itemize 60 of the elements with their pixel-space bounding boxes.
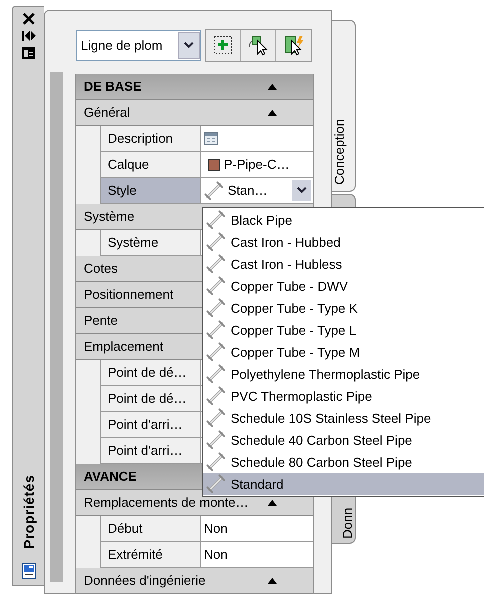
style-option[interactable]: Schedule 10S Stainless Steel Pipe: [203, 407, 484, 429]
pipe-icon: [206, 474, 226, 494]
section-header[interactable]: DE BASE: [76, 74, 313, 100]
pipe-icon: [206, 342, 226, 362]
properties-icon[interactable]: [22, 563, 36, 579]
property-label[interactable]: Point d'arri…: [100, 438, 200, 464]
dropdown-button[interactable]: [292, 180, 311, 201]
scrollbar[interactable]: [50, 72, 63, 582]
style-option[interactable]: Polyethylene Thermoplastic Pipe: [203, 363, 484, 385]
quick-select-button[interactable]: [276, 30, 311, 61]
pipe-icon: [206, 254, 226, 274]
pipe-icon: [206, 276, 226, 296]
property-value-field[interactable]: Non: [200, 542, 313, 568]
property-label[interactable]: Point de dé…: [100, 386, 200, 412]
pipe-icon: [206, 430, 226, 450]
pipe-icon: [206, 452, 226, 472]
style-option[interactable]: Cast Iron - Hubbed: [203, 231, 484, 253]
property-label[interactable]: Description: [100, 126, 200, 152]
pipe-icon: [204, 180, 224, 200]
panel-icon[interactable]: [22, 47, 35, 59]
chevron-down-icon: [296, 187, 306, 194]
palette-tab[interactable]: Conception: [332, 20, 356, 192]
select-objects-button[interactable]: [241, 30, 276, 61]
quick-select-icon: [284, 35, 304, 56]
pipe-icon: [206, 320, 226, 340]
pipe-icon: [206, 386, 226, 406]
auto-hide-icon[interactable]: [22, 31, 36, 41]
property-label[interactable]: Point d'arri…: [100, 412, 200, 438]
add-selection-button[interactable]: [206, 30, 241, 61]
property-value-field[interactable]: Non: [200, 516, 313, 542]
style-option[interactable]: Standard: [203, 473, 484, 495]
category-row[interactable]: Données d'ingénierie: [76, 568, 313, 594]
pipe-icon: [206, 232, 226, 252]
palette-title: Propriétés: [20, 474, 36, 549]
pipe-icon: [206, 408, 226, 428]
collapse-triangle-icon[interactable]: [268, 84, 277, 90]
property-label[interactable]: Style: [100, 178, 200, 204]
select-objects-icon: [248, 35, 268, 56]
collapse-triangle-icon[interactable]: [268, 110, 277, 116]
pipe-icon: [206, 298, 226, 318]
chevron-down-icon: [184, 42, 194, 49]
collapse-triangle-icon[interactable]: [268, 578, 277, 584]
pipe-icon: [206, 364, 226, 384]
property-label[interactable]: Début: [100, 516, 200, 542]
property-label[interactable]: Extrémité: [100, 542, 200, 568]
collapse-triangle-icon[interactable]: [268, 500, 277, 506]
property-value-field[interactable]: [200, 126, 313, 152]
pipe-icon: [206, 210, 226, 230]
property-label[interactable]: Système: [100, 230, 200, 256]
property-value-field[interactable]: Stan…: [200, 178, 313, 204]
property-label[interactable]: Calque: [100, 152, 200, 178]
style-option[interactable]: Schedule 40 Carbon Steel Pipe: [203, 429, 484, 451]
property-value-field[interactable]: P-Pipe-C…: [200, 152, 313, 178]
dialog-icon[interactable]: [204, 132, 218, 145]
property-label[interactable]: Point de dé…: [100, 360, 200, 386]
add-selection-icon: [213, 35, 233, 56]
object-type-dropdown[interactable]: Ligne de plom: [76, 30, 201, 61]
category-row[interactable]: Général: [76, 100, 313, 126]
close-icon[interactable]: [22, 13, 34, 25]
style-option[interactable]: PVC Thermoplastic Pipe: [203, 385, 484, 407]
